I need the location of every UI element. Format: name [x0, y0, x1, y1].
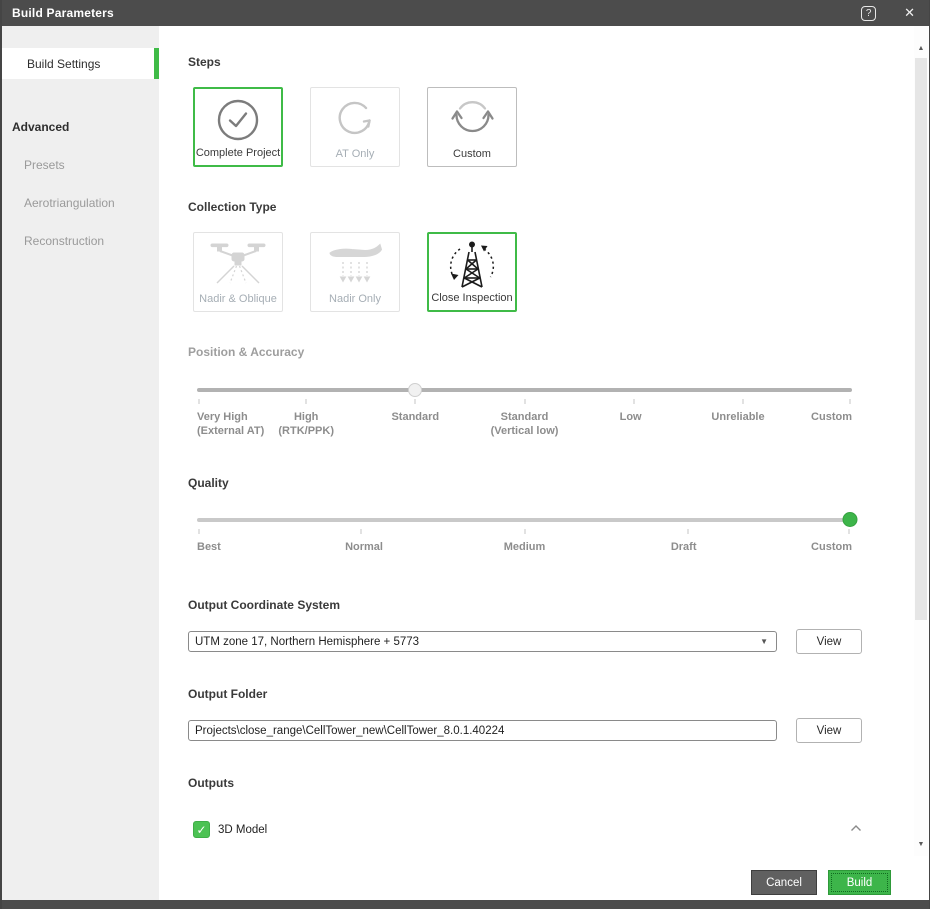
slider-label-unreliable[interactable]: Unreliable: [711, 410, 764, 424]
selected-accent-bar: [154, 48, 159, 79]
slider-tick: [415, 399, 416, 404]
step-card-label: Custom: [453, 148, 491, 160]
crs-view-button[interactable]: View: [796, 629, 862, 654]
output-folder-input[interactable]: [188, 720, 777, 741]
slider-label-standard-vertical-low[interactable]: Standard (Vertical low): [491, 410, 559, 438]
outputs-title: Outputs: [188, 776, 234, 790]
slider-label-high[interactable]: High (RTK/PPK): [278, 410, 334, 438]
scroll-down-icon[interactable]: ▼: [914, 838, 928, 852]
quality-handle[interactable]: [843, 512, 858, 527]
quality-label-normal[interactable]: Normal: [345, 540, 383, 554]
slider-tick: [306, 399, 307, 404]
output-folder-title: Output Folder: [188, 687, 267, 701]
slider-tick: [198, 529, 199, 534]
position-accuracy-handle[interactable]: [408, 383, 422, 397]
build-parameters-dialog: Build Parameters ? ✕ Build Settings Adva…: [0, 0, 930, 909]
build-button[interactable]: Build: [828, 870, 891, 895]
sidebar: Build Settings Advanced Presets Aerotria…: [2, 26, 159, 900]
collection-card-nadir-only[interactable]: Nadir Only: [310, 232, 400, 312]
3d-model-checkbox[interactable]: ✓: [193, 821, 210, 838]
check-circle-icon: [195, 97, 281, 143]
steps-card-row: Complete Project AT Only Custom: [193, 87, 517, 167]
cancel-button[interactable]: Cancel: [751, 870, 817, 895]
step-card-label: AT Only: [336, 148, 375, 160]
slider-label-very-high[interactable]: Very High (External AT): [197, 410, 264, 438]
plane-icon: [311, 239, 399, 289]
output-item-3d-model: ✓ 3D Model: [193, 821, 267, 838]
collection-card-nadir-oblique[interactable]: Nadir & Oblique: [193, 232, 283, 312]
quality-label-best[interactable]: Best: [197, 540, 221, 554]
slider-tick: [742, 399, 743, 404]
quality-title: Quality: [188, 476, 229, 490]
collection-card-label: Close Inspection: [431, 292, 512, 304]
quality-label-custom[interactable]: Custom: [811, 540, 852, 554]
scrollbar-thumb[interactable]: [915, 58, 927, 620]
position-accuracy-slider: Very High (External AT) High (RTK/PPK) S…: [197, 383, 852, 455]
close-icon[interactable]: ✕: [904, 5, 915, 21]
step-card-at-only[interactable]: AT Only: [310, 87, 400, 167]
slider-tick: [848, 529, 849, 534]
dropdown-arrow-icon: ▼: [760, 637, 770, 646]
sidebar-item-build-settings[interactable]: Build Settings: [2, 48, 159, 79]
collection-card-close-inspection[interactable]: Close Inspection: [427, 232, 517, 312]
slider-tick: [360, 529, 361, 534]
slider-tick: [198, 399, 199, 404]
dialog-title: Build Parameters: [12, 6, 114, 20]
sidebar-header-advanced: Advanced: [12, 120, 69, 134]
slider-tick: [524, 529, 525, 534]
step-card-complete-project[interactable]: Complete Project: [193, 87, 283, 167]
output-crs-title: Output Coordinate System: [188, 598, 340, 612]
slider-tick: [688, 529, 689, 534]
slider-tick: [524, 399, 525, 404]
collapse-chevron-icon[interactable]: [850, 824, 862, 832]
quality-label-draft[interactable]: Draft: [671, 540, 697, 554]
position-accuracy-track[interactable]: [197, 388, 852, 392]
quality-label-medium[interactable]: Medium: [504, 540, 546, 554]
crs-selected-value: UTM zone 17, Northern Hemisphere + 5773: [195, 636, 760, 648]
collection-card-label: Nadir Only: [329, 293, 381, 305]
collection-card-label: Nadir & Oblique: [199, 293, 277, 305]
quality-track[interactable]: [197, 518, 852, 522]
drone-icon: [194, 239, 282, 289]
window-bottom-frame: [2, 900, 929, 909]
sidebar-item-label: Build Settings: [27, 57, 100, 71]
sidebar-item-aerotriangulation[interactable]: Aerotriangulation: [24, 196, 115, 210]
output-item-label: 3D Model: [218, 824, 267, 836]
tower-icon: [429, 239, 515, 293]
sidebar-item-reconstruction[interactable]: Reconstruction: [24, 234, 104, 248]
slider-label-standard[interactable]: Standard: [391, 410, 439, 424]
sync-arrows-icon: [428, 96, 516, 142]
scroll-up-icon[interactable]: ▲: [914, 42, 928, 56]
steps-title: Steps: [188, 55, 221, 69]
collection-type-title: Collection Type: [188, 200, 276, 214]
slider-label-low[interactable]: Low: [620, 410, 642, 424]
crs-select[interactable]: UTM zone 17, Northern Hemisphere + 5773 …: [188, 631, 777, 652]
slider-tick: [633, 399, 634, 404]
help-icon[interactable]: ?: [861, 6, 876, 21]
titlebar: Build Parameters ? ✕: [2, 0, 929, 26]
collection-card-row: Nadir & Oblique: [193, 232, 517, 312]
sidebar-item-presets[interactable]: Presets: [24, 158, 65, 172]
slider-label-custom[interactable]: Custom: [811, 410, 852, 424]
scrollbar[interactable]: ▲ ▼: [914, 26, 928, 856]
loop-arrow-icon: [311, 96, 399, 142]
quality-slider: Best Normal Medium Draft Custom: [197, 513, 852, 585]
folder-view-button[interactable]: View: [796, 718, 862, 743]
slider-tick: [850, 399, 851, 404]
step-card-label: Complete Project: [196, 147, 280, 159]
step-card-custom[interactable]: Custom: [427, 87, 517, 167]
position-accuracy-title: Position & Accuracy: [188, 345, 304, 359]
